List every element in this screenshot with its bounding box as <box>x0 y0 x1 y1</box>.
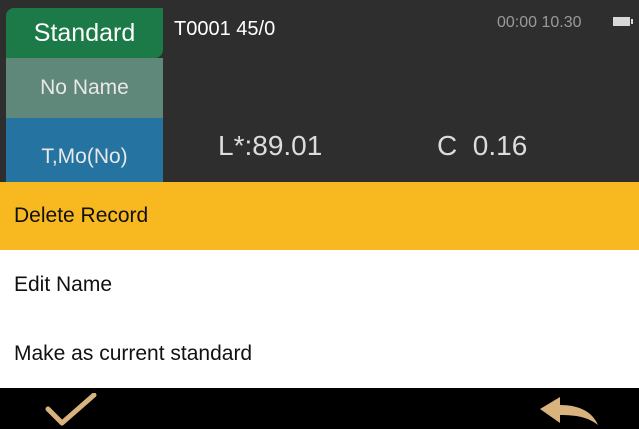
menu-item-delete-record[interactable]: Delete Record <box>0 182 639 250</box>
back-arrow-icon[interactable] <box>536 393 602 429</box>
tab-record-name[interactable]: No Name <box>6 58 163 118</box>
record-info: T0001 45/0 <box>174 18 276 40</box>
menu-item-edit-name[interactable]: Edit Name <box>0 250 639 320</box>
menu-item-make-current-standard[interactable]: Make as current standard <box>0 320 639 388</box>
checkmark-icon[interactable] <box>40 393 102 429</box>
battery-icon <box>613 17 633 26</box>
measurement-header: Standard No Name T,Mo(No) T0001 45/0 00:… <box>0 0 639 182</box>
clock-display: 00:00 10.30 <box>497 14 582 31</box>
l-value: L*:89.01 <box>218 130 323 161</box>
c-value: C 0.16 <box>437 130 528 161</box>
tab-measure-mode[interactable]: T,Mo(No) <box>6 118 163 182</box>
tab-standard[interactable]: Standard <box>6 8 163 58</box>
